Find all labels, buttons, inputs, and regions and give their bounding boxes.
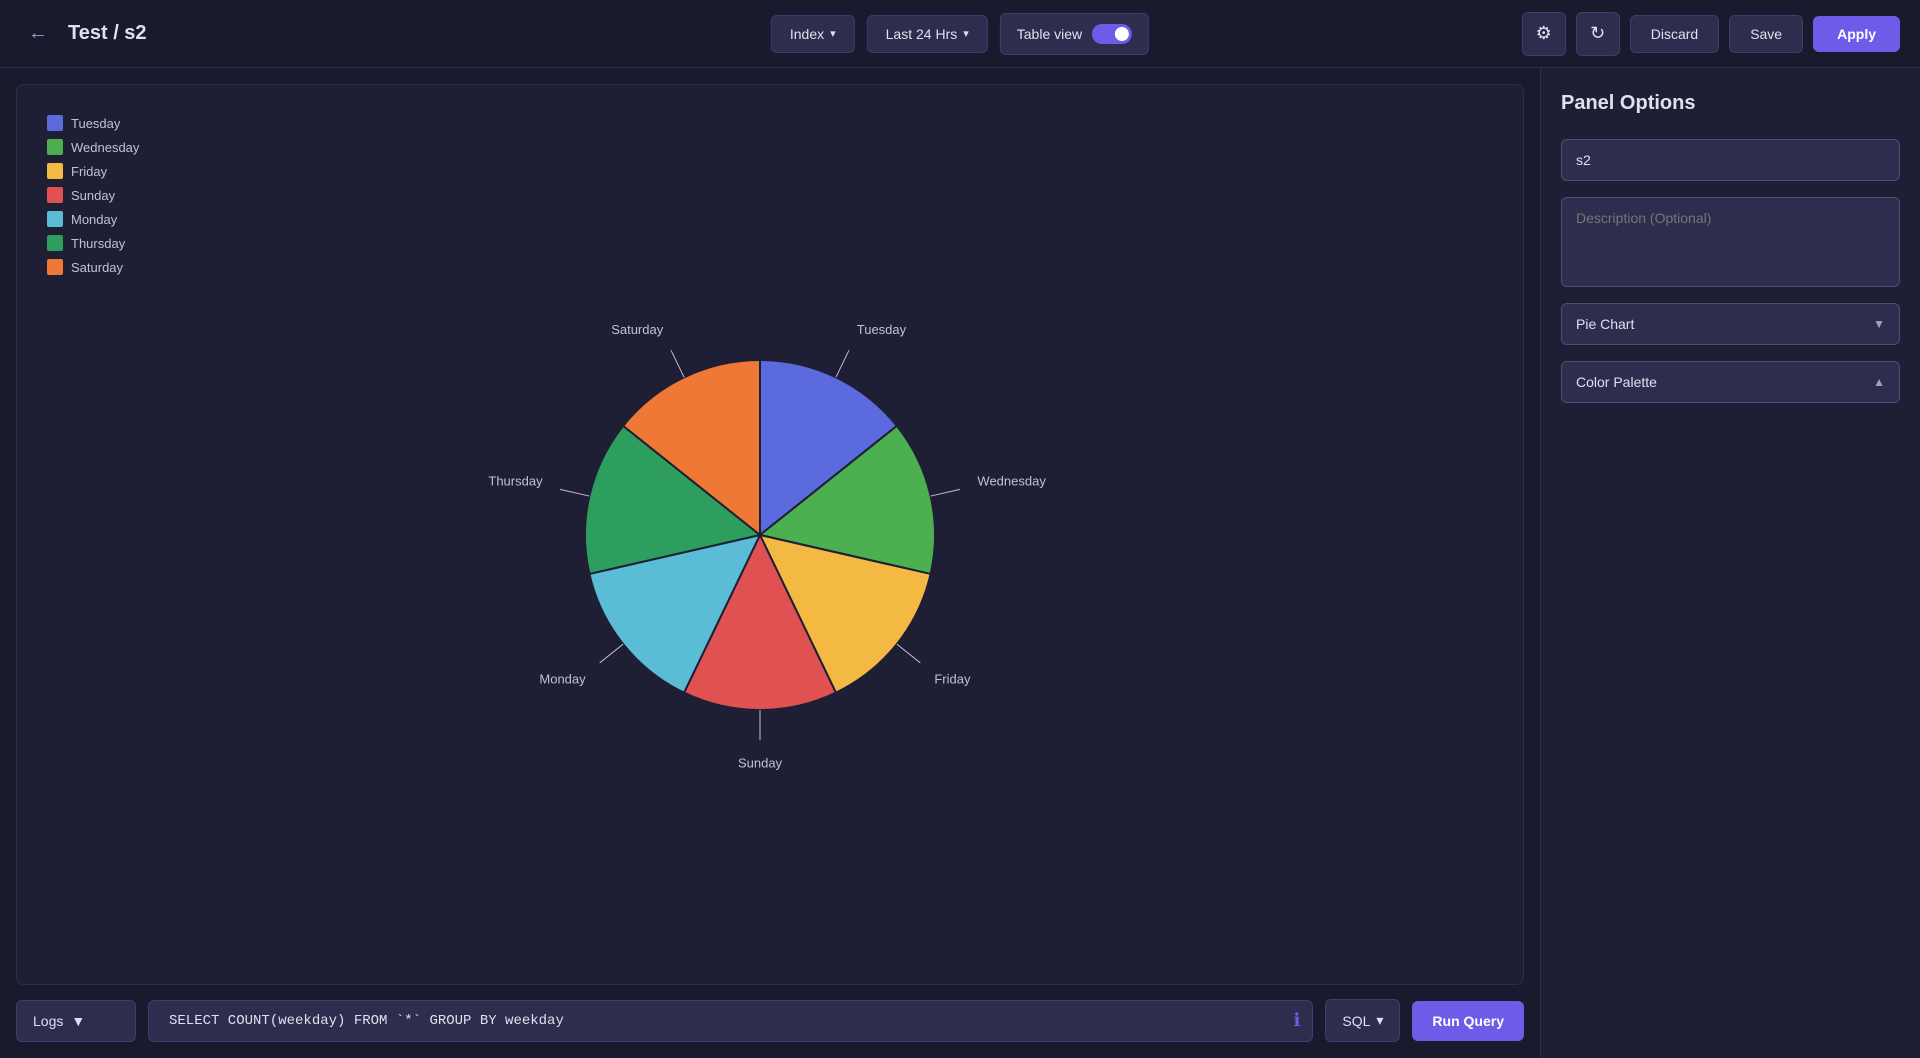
query-area: Logs ▼ ℹ SQL ▾ Run Query [16, 999, 1524, 1042]
pie-label-text: Monday [539, 671, 586, 686]
apply-button[interactable]: Apply [1813, 16, 1900, 52]
right-panel: Panel Options s2 Pie Chart ▼ Color Palet… [1540, 68, 1920, 1058]
legend-label: Thursday [71, 236, 125, 251]
legend-item: Monday [47, 211, 139, 227]
legend-color-swatch [47, 115, 63, 131]
pie-label-text: Thursday [488, 473, 543, 488]
legend-color-swatch [47, 163, 63, 179]
legend: Tuesday Wednesday Friday Sunday Monday T… [47, 115, 139, 275]
refresh-icon: ↻ [1590, 23, 1605, 44]
index-chevron-icon: ▾ [830, 27, 836, 40]
pie-label-text: Sunday [738, 755, 783, 770]
table-view-toggle-container: Table view [1000, 13, 1149, 55]
legend-color-swatch [47, 211, 63, 227]
color-palette-chevron-icon: ▲ [1873, 375, 1885, 389]
chart-type-label: Pie Chart [1576, 316, 1634, 332]
table-view-toggle[interactable] [1092, 24, 1132, 44]
time-range-label: Last 24 Hrs [886, 26, 958, 42]
legend-label: Saturday [71, 260, 123, 275]
chart-type-select[interactable]: Pie Chart ▼ [1561, 303, 1900, 345]
legend-color-swatch [47, 259, 63, 275]
legend-color-swatch [47, 187, 63, 203]
sql-button[interactable]: SQL ▾ [1325, 999, 1400, 1042]
legend-item: Thursday [47, 235, 139, 251]
pie-label-line [897, 644, 920, 663]
legend-color-swatch [47, 235, 63, 251]
legend-label: Friday [71, 164, 107, 179]
refresh-button[interactable]: ↻ [1576, 12, 1620, 56]
pie-label-text: Wednesday [977, 473, 1046, 488]
index-button[interactable]: Index ▾ [771, 15, 855, 53]
color-palette-select[interactable]: Color Palette ▲ [1561, 361, 1900, 403]
legend-label: Tuesday [71, 116, 120, 131]
header: ← Test / s2 Index ▾ Last 24 Hrs ▾ Table … [0, 0, 1920, 68]
legend-color-swatch [47, 139, 63, 155]
legend-item: Friday [47, 163, 139, 179]
header-right: ⚙ ↻ Discard Save Apply [1522, 12, 1900, 56]
legend-item: Sunday [47, 187, 139, 203]
data-source-select[interactable]: Logs ▼ [16, 1000, 136, 1042]
time-chevron-icon: ▾ [963, 27, 969, 40]
pie-label-line [836, 350, 849, 377]
pie-label-text: Friday [934, 671, 971, 686]
panel-options-title: Panel Options [1561, 92, 1900, 115]
chart-type-chevron-icon: ▼ [1873, 317, 1885, 331]
query-info-icon[interactable]: ℹ [1294, 1010, 1301, 1031]
pie-chart-container: Tuesday Wednesday Friday Sunday Monday Thursd… [37, 295, 1503, 775]
query-input-container: ℹ [148, 1000, 1313, 1042]
pie-label-line [560, 489, 589, 496]
sql-chevron-icon: ▾ [1376, 1012, 1383, 1029]
legend-item: Tuesday [47, 115, 139, 131]
settings-icon: ⚙ [1536, 23, 1552, 44]
back-button[interactable]: ← [20, 18, 56, 49]
legend-item: Saturday [47, 259, 139, 275]
panel-description-textarea[interactable] [1561, 197, 1900, 287]
panel-name-input[interactable]: s2 [1561, 139, 1900, 181]
main-content: Tuesday Wednesday Friday Sunday Monday T… [0, 68, 1920, 1058]
legend-label: Wednesday [71, 140, 139, 155]
table-view-label: Table view [1017, 26, 1082, 42]
data-source-chevron-icon: ▼ [71, 1013, 85, 1029]
pie-chart-svg: Tuesday Wednesday Friday Sunday Monday Thursd… [420, 295, 1120, 775]
back-icon: ← [28, 22, 48, 44]
breadcrumb: Test / s2 [68, 22, 147, 45]
time-range-button[interactable]: Last 24 Hrs ▾ [867, 15, 988, 53]
header-center: Index ▾ Last 24 Hrs ▾ Table view [771, 13, 1149, 55]
data-source-label: Logs [33, 1013, 63, 1029]
pie-label-text: Tuesday [857, 322, 907, 337]
settings-button[interactable]: ⚙ [1522, 12, 1566, 56]
index-label: Index [790, 26, 824, 42]
run-query-button[interactable]: Run Query [1412, 1001, 1524, 1041]
pie-label-text: Saturday [611, 322, 664, 337]
pie-label-line [671, 350, 684, 377]
pie-label-line [931, 489, 960, 496]
save-button[interactable]: Save [1729, 15, 1803, 53]
left-panel: Tuesday Wednesday Friday Sunday Monday T… [0, 68, 1540, 1058]
query-input[interactable] [161, 1001, 1294, 1041]
sql-label: SQL [1342, 1013, 1370, 1029]
chart-area: Tuesday Wednesday Friday Sunday Monday T… [16, 84, 1524, 985]
color-palette-label: Color Palette [1576, 374, 1657, 390]
pie-label-line [600, 644, 623, 663]
legend-label: Sunday [71, 188, 115, 203]
legend-item: Wednesday [47, 139, 139, 155]
discard-button[interactable]: Discard [1630, 15, 1719, 53]
legend-label: Monday [71, 212, 117, 227]
